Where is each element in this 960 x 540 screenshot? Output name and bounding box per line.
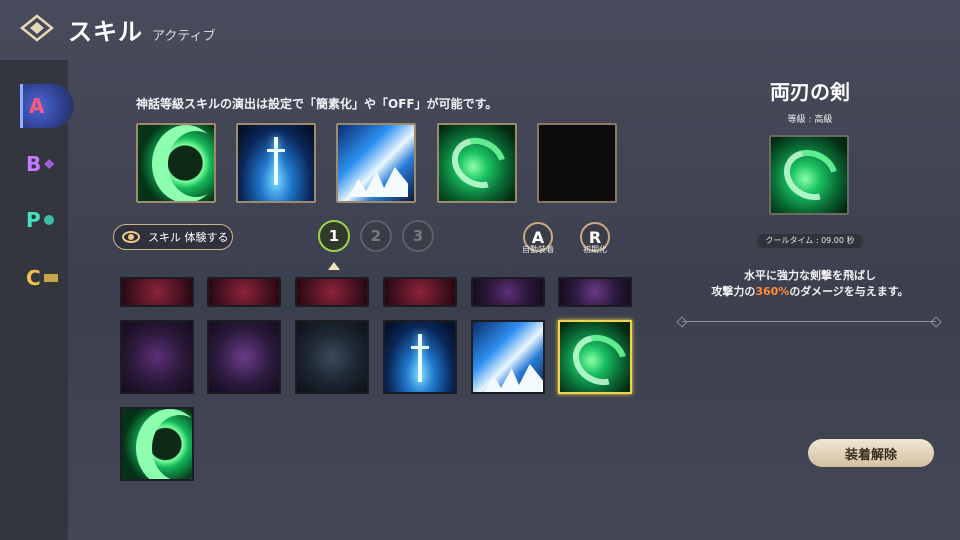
tab-p-label: P	[26, 208, 41, 232]
skill-grid-item[interactable]	[207, 277, 281, 307]
skill-grid-item[interactable]	[558, 277, 632, 307]
page-subtitle: アクティブ	[152, 29, 216, 44]
mythic-notice: 神話等級スキルの演出は設定で「簡素化」や「OFF」が可能です。	[136, 97, 498, 111]
page-title: スキル	[68, 18, 143, 46]
skill-name: 両刃の剣	[770, 80, 850, 104]
skill-grid-item[interactable]	[383, 277, 457, 307]
desc-post: のダメージを与えます。	[789, 285, 909, 298]
blue-sword-icon	[411, 334, 429, 382]
tab-active-a[interactable]: A	[20, 84, 74, 128]
p-deco-icon	[43, 215, 54, 225]
equipped-slot-3[interactable]	[336, 123, 416, 203]
desc-line-1: 水平に強力な剣撃を飛ばし	[744, 269, 876, 282]
blue-shard-icon	[483, 364, 543, 392]
diamond-back-icon[interactable]	[18, 12, 56, 44]
try-skill-button[interactable]: スキル 体験する	[113, 224, 233, 250]
page-indicator-caret-icon	[328, 262, 340, 270]
divider	[682, 321, 936, 322]
unequip-button[interactable]: 装着解除	[808, 439, 934, 467]
c-deco-icon	[43, 274, 58, 282]
tab-c-label: C	[26, 266, 41, 290]
green-crescent-icon	[168, 131, 214, 197]
page-3-label: 3	[412, 227, 424, 245]
skill-grid-item[interactable]	[295, 277, 369, 307]
b-deco-icon	[44, 159, 55, 169]
try-skill-label: スキル 体験する	[148, 231, 229, 244]
equipped-slot-4[interactable]	[437, 123, 517, 203]
skill-grid-item[interactable]	[120, 277, 194, 307]
green-swirl-icon	[774, 140, 847, 210]
sidebar: A B P C	[0, 60, 74, 540]
tab-p[interactable]: P	[20, 198, 74, 242]
equipped-slot-1[interactable]	[136, 123, 216, 203]
blue-shard-icon	[348, 167, 408, 197]
reset-caption: 初期化	[583, 245, 607, 254]
green-swirl-icon	[442, 128, 515, 198]
equipped-slot-2[interactable]	[236, 123, 316, 203]
skill-grid-item[interactable]	[471, 320, 545, 394]
tab-c[interactable]: C	[20, 256, 74, 300]
desc-pre: 攻撃力の	[711, 285, 756, 298]
skill-grade: 等級 : 高級	[787, 115, 833, 125]
equipped-slot-5-empty[interactable]	[537, 123, 617, 203]
blue-sword-icon	[267, 137, 285, 185]
tab-a-label: A	[29, 94, 45, 118]
skill-grid-item[interactable]	[120, 407, 194, 481]
skill-description: 水平に強力な剣撃を飛ばし 攻撃力の360%のダメージを与えます。	[690, 268, 930, 300]
skill-grid-item[interactable]	[383, 320, 457, 394]
auto-equip-caption: 自動装着	[522, 245, 554, 254]
skill-grid-item[interactable]	[295, 320, 369, 394]
header: スキル アクティブ	[0, 0, 960, 60]
page-2-label: 2	[370, 227, 382, 245]
skill-grid-item[interactable]	[207, 320, 281, 394]
page-1-label: 1	[328, 227, 340, 245]
unequip-label: 装着解除	[844, 447, 897, 463]
preset-page-3[interactable]: 3	[402, 220, 434, 252]
eye-icon	[122, 231, 140, 243]
preset-page-2[interactable]: 2	[360, 220, 392, 252]
damage-percent: 360%	[755, 285, 790, 298]
green-crescent-icon	[152, 415, 192, 479]
cooltime-badge: クールタイム : 09.00 秒	[757, 234, 863, 248]
skill-grid-item-selected[interactable]	[558, 320, 632, 394]
tab-b-label: B	[26, 152, 42, 176]
preset-page-1[interactable]: 1	[318, 220, 350, 252]
skill-grid-item[interactable]	[471, 277, 545, 307]
skill-grid-item[interactable]	[120, 320, 194, 394]
green-swirl-icon	[563, 325, 630, 392]
selected-skill-icon	[769, 135, 849, 215]
desc-line-2: 攻撃力の360%のダメージを与えます。	[690, 284, 930, 300]
tab-b[interactable]: B	[20, 142, 74, 186]
